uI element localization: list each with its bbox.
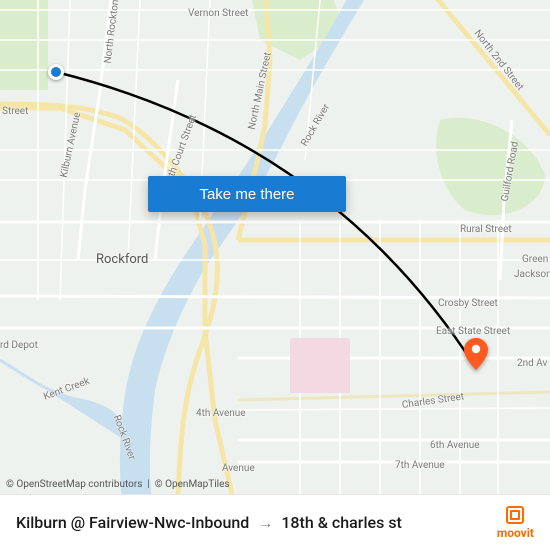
moovit-logo[interactable]: moovit (497, 506, 534, 539)
map-canvas[interactable]: Vernon StreetNorth Rockton AvenueNorth M… (0, 0, 550, 494)
attribution-tiles: © OpenMapTiles (155, 479, 230, 490)
map-svg (0, 0, 550, 494)
take-me-there-button[interactable]: Take me there (148, 176, 346, 212)
app-frame: Vernon StreetNorth Rockton AvenueNorth M… (0, 0, 550, 550)
moovit-logo-icon (506, 506, 524, 524)
destination-marker[interactable] (464, 338, 488, 370)
moovit-logo-text: moovit (497, 527, 534, 539)
origin-text: Kilburn @ Fairview-Nwc-Inbound (16, 513, 249, 532)
attribution-osm: © OpenStreetMap contributors (6, 479, 142, 490)
map-attribution: © OpenStreetMap contributors | © OpenMap… (6, 479, 230, 490)
bottom-bar: Kilburn @ Fairview-Nwc-Inbound → 18th & … (0, 494, 550, 550)
arrow-right-icon: → (257, 513, 273, 533)
destination-text: 18th & charles st (281, 513, 402, 532)
city-label: Rockford (96, 252, 148, 267)
route-summary: Kilburn @ Fairview-Nwc-Inbound → 18th & … (16, 513, 402, 533)
origin-marker[interactable] (48, 64, 64, 80)
